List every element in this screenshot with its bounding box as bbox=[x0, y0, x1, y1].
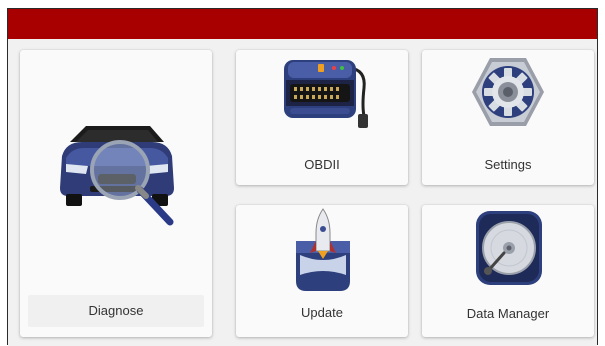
update-label: Update bbox=[301, 305, 343, 320]
obd-connector-icon bbox=[284, 60, 368, 128]
diagnose-tile[interactable]: Diagnose bbox=[20, 50, 212, 337]
diagnose-label: Diagnose bbox=[88, 303, 144, 318]
app-window: Diagnose OBDII Settings Update Data Mana… bbox=[7, 8, 598, 346]
gear-icon bbox=[472, 58, 544, 126]
settings-tile[interactable]: Settings bbox=[422, 50, 594, 185]
data-manager-tile[interactable]: Data Manager bbox=[422, 205, 594, 337]
obdii-label: OBDII bbox=[304, 157, 340, 172]
update-tile[interactable]: Update bbox=[236, 205, 408, 337]
main-menu-grid: Diagnose OBDII Settings Update Data Mana… bbox=[8, 39, 597, 346]
data-manager-label: Data Manager bbox=[466, 306, 550, 321]
hard-disk-icon bbox=[476, 211, 542, 285]
title-bar bbox=[8, 9, 597, 39]
settings-label: Settings bbox=[484, 157, 532, 172]
obdii-tile[interactable]: OBDII bbox=[236, 50, 408, 185]
rocket-icon bbox=[296, 208, 350, 291]
car-magnifier-icon bbox=[60, 126, 174, 226]
